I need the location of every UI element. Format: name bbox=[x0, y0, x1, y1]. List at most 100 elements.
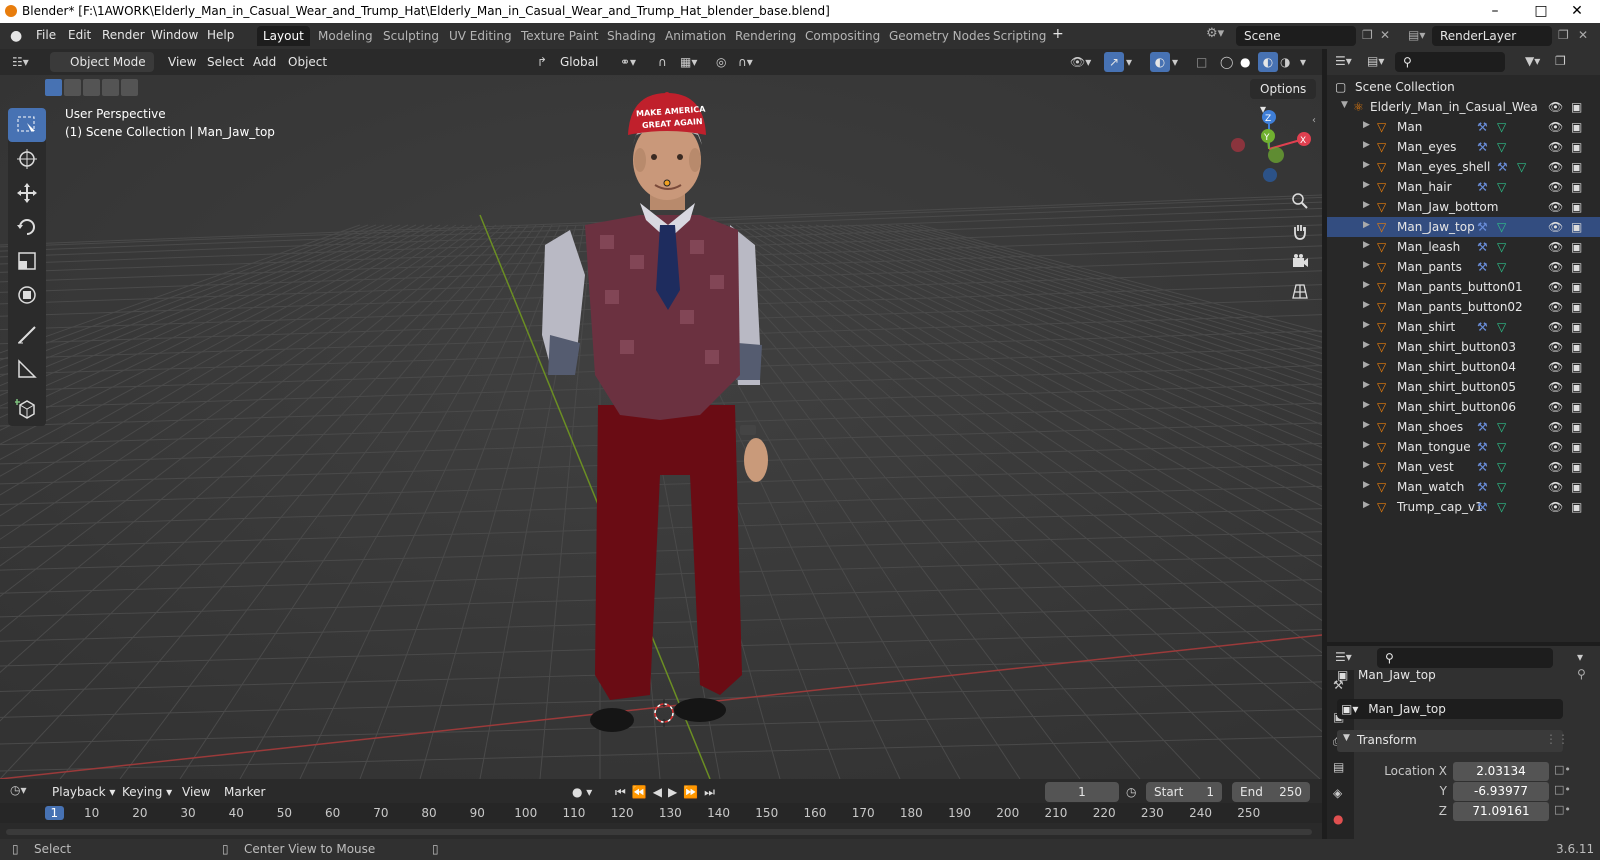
expand-arrow-icon[interactable]: ▶ bbox=[1363, 140, 1370, 150]
start-frame-field[interactable]: Start 1 bbox=[1146, 782, 1222, 802]
tab-sculpting[interactable]: Sculpting bbox=[377, 26, 445, 46]
select-mode-intersect[interactable] bbox=[121, 79, 138, 96]
drag-handle-icon[interactable]: ⋮⋮ bbox=[1545, 732, 1569, 746]
delete-scene-icon[interactable]: ✕ bbox=[1380, 28, 1390, 42]
new-scene-icon[interactable]: ❐ bbox=[1362, 28, 1373, 42]
menu-object[interactable]: Object bbox=[288, 52, 327, 72]
menu-playback[interactable]: Playback ▾ bbox=[52, 782, 115, 802]
location-x-field[interactable]: 2.03134 bbox=[1453, 762, 1549, 781]
visibility-eye-icon[interactable]: 👁 bbox=[1548, 200, 1563, 214]
world-tab-icon[interactable]: ● bbox=[1333, 812, 1343, 826]
visibility-eye-icon[interactable]: 👁 bbox=[1548, 160, 1563, 174]
scene-name-field[interactable]: Scene bbox=[1236, 26, 1356, 46]
visibility-eye-icon[interactable]: 👁 bbox=[1548, 240, 1563, 254]
solid-shading-icon[interactable]: ● bbox=[1240, 52, 1250, 72]
expand-arrow-icon[interactable]: ▶ bbox=[1363, 460, 1370, 470]
render-camera-icon[interactable]: ▣ bbox=[1571, 320, 1582, 334]
falloff-icon[interactable]: ∩▾ bbox=[738, 52, 753, 72]
options-dropdown[interactable]: Options ▾ bbox=[1250, 79, 1316, 116]
visibility-eye-icon[interactable]: 👁 bbox=[1548, 420, 1563, 434]
overlay-toggle-icon[interactable]: ◐ bbox=[1150, 52, 1170, 72]
expand-arrow-icon[interactable]: ▶ bbox=[1363, 260, 1370, 270]
tab-modeling[interactable]: Modeling bbox=[312, 26, 379, 46]
expand-arrow-icon[interactable]: ▶ bbox=[1363, 380, 1370, 390]
add-workspace-button[interactable]: + bbox=[1052, 26, 1064, 42]
current-frame-field[interactable]: 1 bbox=[1045, 782, 1119, 802]
render-camera-icon[interactable]: ▣ bbox=[1571, 380, 1582, 394]
add-cube-tool[interactable] bbox=[8, 392, 46, 426]
shading-dropdown-icon[interactable]: ▾ bbox=[1300, 52, 1306, 72]
render-camera-icon[interactable]: ▣ bbox=[1571, 300, 1582, 314]
new-collection-icon[interactable]: ❐ bbox=[1555, 54, 1566, 68]
visibility-eye-icon[interactable]: 👁 bbox=[1548, 460, 1563, 474]
pin-icon[interactable]: ⚲ bbox=[1577, 667, 1586, 681]
outliner-item[interactable]: ▶ ▽ Man_shirt_button05 👁 ▣ bbox=[1327, 377, 1600, 397]
display-mode-icon[interactable]: ▤▾ bbox=[1367, 54, 1384, 68]
render-camera-icon[interactable]: ▣ bbox=[1571, 460, 1582, 474]
expand-arrow-icon[interactable]: ▶ bbox=[1363, 440, 1370, 450]
outliner-item[interactable]: ▶ ▽ Man_vest ⚒ ▽ 👁 ▣ bbox=[1327, 457, 1600, 477]
visibility-eye-icon[interactable]: 👁 bbox=[1548, 100, 1563, 114]
expand-arrow-icon[interactable]: ▶ bbox=[1363, 280, 1370, 290]
outliner-item[interactable]: ▶ ▽ Man_leash ⚒ ▽ 👁 ▣ bbox=[1327, 237, 1600, 257]
select-box-tool[interactable] bbox=[8, 108, 46, 142]
menu-marker[interactable]: Marker bbox=[224, 782, 265, 802]
render-camera-icon[interactable]: ▣ bbox=[1571, 240, 1582, 254]
properties-search-input[interactable]: ⚲ bbox=[1377, 648, 1553, 668]
menu-edit[interactable]: Edit bbox=[68, 28, 91, 42]
location-z-field[interactable]: 71.09161 bbox=[1453, 802, 1549, 821]
rotate-tool[interactable] bbox=[8, 210, 46, 244]
render-camera-icon[interactable]: ▣ bbox=[1571, 280, 1582, 294]
expand-arrow-icon[interactable]: ▼ bbox=[1341, 100, 1348, 110]
record-keyframe-icon[interactable]: ● ▾ bbox=[572, 782, 592, 802]
render-camera-icon[interactable]: ▣ bbox=[1571, 160, 1582, 174]
render-camera-icon[interactable]: ▣ bbox=[1571, 200, 1582, 214]
material-shading-icon[interactable]: ◐ bbox=[1258, 52, 1278, 72]
outliner-item[interactable]: ▶ ▽ Man_Jaw_bottom 👁 ▣ bbox=[1327, 197, 1600, 217]
visibility-eye-icon[interactable]: 👁 bbox=[1548, 280, 1563, 294]
render-camera-icon[interactable]: ▣ bbox=[1571, 140, 1582, 154]
tab-compositing[interactable]: Compositing bbox=[799, 26, 886, 46]
select-mode-new[interactable] bbox=[45, 79, 62, 96]
outliner-item[interactable]: ▶ ▽ Man_shirt ⚒ ▽ 👁 ▣ bbox=[1327, 317, 1600, 337]
outliner-item[interactable]: ▶ ▽ Man_Jaw_top ⚒ ▽ 👁 ▣ bbox=[1327, 217, 1600, 237]
lock-y-icon[interactable]: □• bbox=[1554, 783, 1571, 796]
menu-add[interactable]: Add bbox=[253, 52, 276, 72]
expand-arrow-icon[interactable]: ▶ bbox=[1363, 340, 1370, 350]
render-camera-icon[interactable]: ▣ bbox=[1571, 340, 1582, 354]
editor-type-icon[interactable]: ☷▾ bbox=[12, 52, 29, 72]
measure-tool[interactable] bbox=[8, 352, 46, 386]
expand-arrow-icon[interactable]: ▶ bbox=[1363, 300, 1370, 310]
render-camera-icon[interactable]: ▣ bbox=[1571, 440, 1582, 454]
scene-browse-icon[interactable]: ⚙▾ bbox=[1206, 26, 1224, 41]
menu-window[interactable]: Window bbox=[151, 28, 198, 42]
tab-layout[interactable]: Layout bbox=[257, 26, 310, 46]
expand-arrow-icon[interactable]: ▶ bbox=[1363, 180, 1370, 190]
expand-arrow-icon[interactable]: ▶ bbox=[1363, 120, 1370, 130]
render-camera-icon[interactable]: ▣ bbox=[1571, 220, 1582, 234]
render-camera-icon[interactable]: ▣ bbox=[1571, 480, 1582, 494]
outliner-item[interactable]: ▶ ▽ Man_shirt_button03 👁 ▣ bbox=[1327, 337, 1600, 357]
outliner-item[interactable]: ▶ ▽ Man_hair ⚒ ▽ 👁 ▣ bbox=[1327, 177, 1600, 197]
delete-viewlayer-icon[interactable]: ✕ bbox=[1578, 28, 1588, 42]
select-mode-subtract[interactable] bbox=[83, 79, 100, 96]
visibility-eye-icon[interactable]: 👁 bbox=[1548, 260, 1563, 274]
tab-animation[interactable]: Animation bbox=[659, 26, 732, 46]
end-frame-field[interactable]: End 250 bbox=[1232, 782, 1310, 802]
outliner-item[interactable]: ▶ ▽ Man_eyes_shell ⚒ ▽ 👁 ▣ bbox=[1327, 157, 1600, 177]
tab-geometry-nodes[interactable]: Geometry Nodes bbox=[883, 26, 996, 46]
select-mode-extend[interactable] bbox=[64, 79, 81, 96]
menu-render[interactable]: Render bbox=[102, 28, 145, 42]
render-camera-icon[interactable]: ▣ bbox=[1571, 100, 1582, 114]
xray-icon[interactable]: □ bbox=[1196, 52, 1207, 72]
annotate-tool[interactable] bbox=[8, 318, 46, 352]
outliner-item[interactable]: ▶ ▽ Man_shirt_button04 👁 ▣ bbox=[1327, 357, 1600, 377]
transform-panel-header[interactable]: ▼ Transform ⋮⋮ bbox=[1337, 730, 1569, 752]
proportional-edit-icon[interactable]: ◎ bbox=[716, 52, 726, 72]
properties-options-icon[interactable]: ▾ bbox=[1577, 650, 1583, 664]
perspective-toggle-icon[interactable] bbox=[1286, 277, 1314, 305]
camera-view-icon[interactable] bbox=[1286, 247, 1314, 275]
pivot-point-icon[interactable]: ⚭▾ bbox=[620, 52, 636, 72]
character-model[interactable] bbox=[0, 75, 1322, 779]
menu-help[interactable]: Help bbox=[207, 28, 234, 42]
